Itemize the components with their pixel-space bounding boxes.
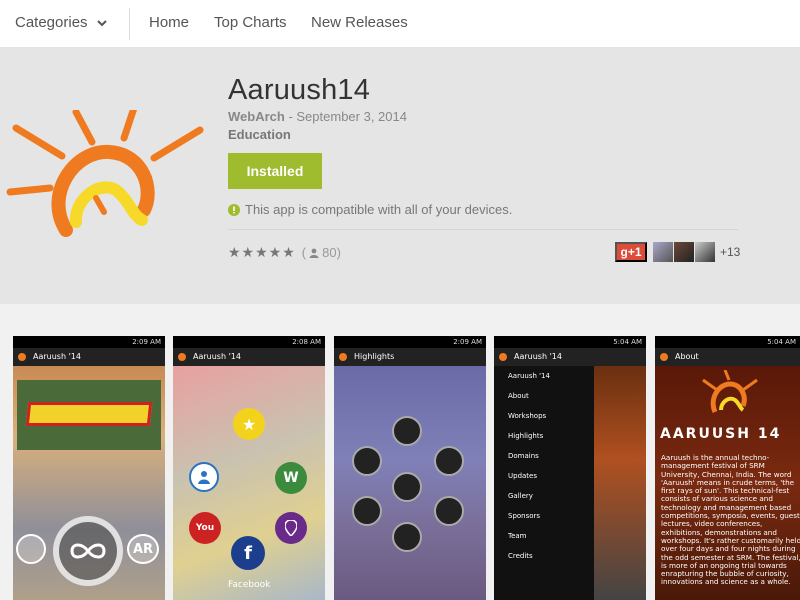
status-bar: 2:09 AM xyxy=(13,336,165,348)
action-bar-title: Aaruush '14 xyxy=(33,352,81,361)
chevron-down-icon xyxy=(96,19,107,26)
app-mini-icon xyxy=(178,353,186,361)
categories-label: Categories xyxy=(15,14,88,31)
action-bar: Aaruush '14 xyxy=(173,348,325,366)
status-bar: 2:08 AM xyxy=(173,336,325,348)
action-bar: Aaruush '14 xyxy=(13,348,165,366)
screenshot-content: AARUUSH 14 Aaruush is the annual techno-… xyxy=(655,366,800,600)
screenshot-5[interactable]: 5:04 AM About AARUUSH 14 Aaruush is the … xyxy=(655,336,800,600)
avatar[interactable] xyxy=(695,242,715,262)
action-bar: About xyxy=(655,348,800,366)
app-mini-icon xyxy=(499,353,507,361)
star-rating: ★★★★★ xyxy=(228,244,296,260)
drawer-item[interactable]: Sponsors xyxy=(494,512,540,520)
nav-new-releases-link[interactable]: New Releases xyxy=(311,14,408,31)
top-nav: Categories Home Top Charts New Releases xyxy=(0,0,800,48)
person-icon xyxy=(392,522,422,552)
group-icon xyxy=(434,496,464,526)
app-mini-icon xyxy=(660,353,668,361)
about-paragraph: Aaruush is the annual techno-management … xyxy=(661,453,800,587)
app-logo xyxy=(6,110,204,237)
graffiti-image xyxy=(17,380,161,450)
mini-logo xyxy=(702,370,758,413)
drawer-item[interactable]: Domains xyxy=(494,452,539,460)
youtube-icon: You xyxy=(189,512,221,544)
nav-divider xyxy=(129,8,130,40)
screenshot-content xyxy=(334,366,486,600)
infinity-icon xyxy=(53,516,123,586)
graffiti-text-shape xyxy=(25,402,153,426)
date-separator: - xyxy=(284,109,297,124)
rating-count: 80) xyxy=(322,245,341,260)
speaker-icon xyxy=(352,496,382,526)
status-bar: 5:04 AM xyxy=(655,336,800,348)
people-icon xyxy=(434,446,464,476)
star-icon: ★ xyxy=(233,408,265,440)
brand-wordmark: AARUUSH 14 xyxy=(660,426,782,442)
drawer-item[interactable]: Workshops xyxy=(494,412,546,420)
action-bar: Highlights xyxy=(334,348,486,366)
action-bar-title: About xyxy=(675,352,699,361)
location-pin-icon xyxy=(275,512,307,544)
drawer-item[interactable]: Updates xyxy=(494,472,537,480)
drawer-item[interactable]: Gallery xyxy=(494,492,533,500)
categories-dropdown[interactable]: Categories xyxy=(15,14,108,31)
drawer-item[interactable]: Team xyxy=(494,532,527,540)
action-bar-title: Aaruush '14 xyxy=(193,352,241,361)
nav-home-link[interactable]: Home xyxy=(149,14,189,31)
action-bar-title: Highlights xyxy=(354,352,395,361)
app-category-link[interactable]: Education xyxy=(228,127,291,142)
avatar[interactable] xyxy=(674,242,694,262)
gplus-button[interactable]: g+1 xyxy=(615,242,647,262)
nav-top-charts-link[interactable]: Top Charts xyxy=(214,14,287,31)
facebook-icon: f xyxy=(231,536,265,570)
installed-button[interactable]: Installed xyxy=(228,153,322,189)
release-date: September 3, 2014 xyxy=(296,109,407,124)
app-mini-icon xyxy=(18,353,26,361)
facebook-label: Facebook xyxy=(228,580,271,590)
screenshot-content: Aaruush '14 About Workshops Highlights D… xyxy=(494,366,646,600)
status-bar: 2:09 AM xyxy=(334,336,486,348)
drawer-item[interactable]: Aaruush '14 xyxy=(494,372,550,380)
screenshot-4[interactable]: 5:04 AM Aaruush '14 Aaruush '14 About Wo… xyxy=(494,336,646,600)
compatibility-notice: This app is compatible with all of your … xyxy=(228,202,512,217)
status-bar: 5:04 AM xyxy=(494,336,646,348)
info-check-icon xyxy=(228,203,240,216)
action-bar: Aaruush '14 xyxy=(494,348,646,366)
screenshot-content: AR xyxy=(13,366,165,600)
app-title: Aaruush14 xyxy=(228,74,371,106)
developer-link[interactable]: WebArch xyxy=(228,109,285,124)
nav-drawer: Aaruush '14 About Workshops Highlights D… xyxy=(494,366,594,600)
drawer-item[interactable]: Highlights xyxy=(494,432,543,440)
camera-icon xyxy=(392,416,422,446)
ar-icon: AR xyxy=(127,534,159,564)
plus-count: +13 xyxy=(720,245,741,259)
wordpress-icon: W xyxy=(275,462,307,494)
details-divider xyxy=(228,229,738,230)
dots-menu-icon xyxy=(16,534,46,564)
screenshot-content: ★ W You f Facebook xyxy=(173,366,325,600)
rock-hand-icon xyxy=(392,472,422,502)
developer-line: WebArch - September 3, 2014 xyxy=(228,109,407,124)
screenshot-3[interactable]: 2:09 AM Highlights xyxy=(334,336,486,600)
screenshot-1[interactable]: 2:09 AM Aaruush '14 AR xyxy=(13,336,165,600)
drawer-item[interactable]: About xyxy=(494,392,529,400)
screenshot-2[interactable]: 2:08 AM Aaruush '14 ★ W You f Facebook xyxy=(173,336,325,600)
person-icon xyxy=(309,248,319,258)
avatar[interactable] xyxy=(653,242,673,262)
rating-summary: ★★★★★ ( 80) xyxy=(228,244,341,261)
rocket-icon xyxy=(352,446,382,476)
compatibility-text: This app is compatible with all of your … xyxy=(245,202,513,217)
app-mini-icon xyxy=(339,353,347,361)
register-icon xyxy=(189,462,219,492)
action-bar-title: Aaruush '14 xyxy=(514,352,562,361)
rating-paren-open: ( xyxy=(301,245,307,260)
drawer-item[interactable]: Credits xyxy=(494,552,533,560)
